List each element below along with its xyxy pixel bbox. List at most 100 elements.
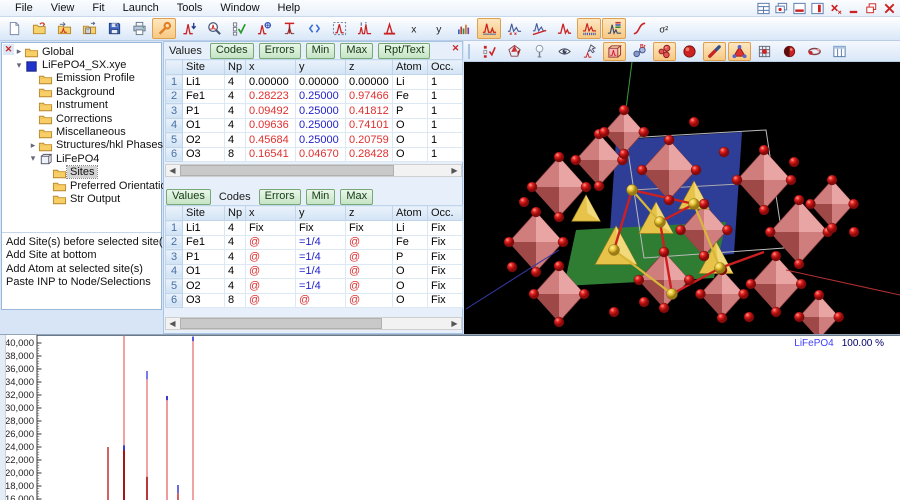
values-block-hscrollbar[interactable]: ◀▶	[165, 164, 462, 177]
cell-z[interactable]: @	[346, 279, 393, 294]
cell-z[interactable]: @	[346, 235, 393, 250]
action-add-site-s-before-selected-sit[interactable]: Add Site(s) before selected site(s)	[6, 236, 161, 249]
cell-y[interactable]: =1/4	[296, 250, 346, 265]
cell-x[interactable]: @	[246, 293, 296, 308]
cell-atom[interactable]: O	[393, 147, 428, 162]
cell-y[interactable]: 0.25000	[296, 118, 346, 133]
scroll-left-icon[interactable]: ◀	[166, 318, 179, 329]
tab-values-button[interactable]: Values	[166, 189, 211, 205]
scroll-right-icon[interactable]: ▶	[448, 318, 461, 329]
insert-peak-icon[interactable]	[177, 18, 201, 39]
pattern-background-icon[interactable]	[527, 18, 551, 39]
cell-atom[interactable]: Fe	[393, 89, 428, 104]
cell-atom[interactable]: O	[393, 118, 428, 133]
cell-atom[interactable]: Li	[393, 75, 428, 90]
cell-np[interactable]: 4	[225, 221, 246, 236]
scroll-thumb[interactable]	[180, 318, 382, 329]
atom-spheres-icon[interactable]	[653, 42, 676, 61]
menu-window[interactable]: Window	[211, 1, 268, 15]
grid-cell-icon[interactable]	[753, 42, 776, 61]
print-icon[interactable]	[127, 18, 151, 39]
cell-y[interactable]: @	[296, 293, 346, 308]
tab-errors-button[interactable]: Errors	[259, 189, 301, 205]
close-document-icon[interactable]	[827, 1, 843, 15]
import-doc-folder-icon[interactable]	[77, 18, 101, 39]
bond-labels-icon[interactable]: Br	[628, 42, 651, 61]
action-add-atom-at-selected-site-s-[interactable]: Add Atom at selected site(s)	[6, 263, 161, 276]
cell-y[interactable]: =1/4	[296, 279, 346, 294]
cell-site[interactable]: P1	[183, 250, 225, 265]
cell-num[interactable]: 2	[166, 89, 183, 104]
cell-num[interactable]: 5	[166, 279, 183, 294]
pattern-calc-icon[interactable]	[477, 18, 501, 39]
open-folder-icon[interactable]	[27, 18, 51, 39]
new-file-icon[interactable]	[2, 18, 26, 39]
peak-baseline-icon[interactable]	[377, 18, 401, 39]
window-tile-grid-icon[interactable]	[755, 1, 771, 15]
cell-atom[interactable]: Li	[393, 221, 428, 236]
save-icon[interactable]	[102, 18, 126, 39]
cell-atom[interactable]: O	[393, 279, 428, 294]
cell-occ[interactable]: 1	[428, 133, 463, 148]
cell-site[interactable]: Fe1	[183, 235, 225, 250]
scroll-thumb[interactable]	[180, 165, 394, 176]
split-horizontal-icon[interactable]	[791, 1, 807, 15]
tree-item-lifepo4-sx-xye[interactable]: ▾LiFePO4_SX.xye	[14, 58, 160, 71]
polyhedra-gem-icon[interactable]	[503, 42, 526, 61]
cell-z[interactable]: 0.20759	[346, 133, 393, 148]
cell-y[interactable]: =1/4	[296, 264, 346, 279]
menu-launch[interactable]: Launch	[114, 1, 168, 15]
scroll-left-icon[interactable]: ◀	[166, 165, 179, 176]
tree-item-lifepo4[interactable]: ▾LiFePO4	[14, 152, 160, 165]
cell-occ[interactable]: 1	[428, 104, 463, 119]
cell-x[interactable]: @	[246, 250, 296, 265]
cell-num[interactable]: 5	[166, 133, 183, 148]
cell-occ[interactable]: 1	[428, 89, 463, 104]
tree-item-emission-profile[interactable]: Emission Profile	[14, 72, 160, 85]
cell-site[interactable]: O1	[183, 118, 225, 133]
cell-site[interactable]: Fe1	[183, 89, 225, 104]
sigma-squared-icon[interactable]: σ²	[652, 18, 676, 39]
display-checklist-icon[interactable]	[478, 42, 501, 61]
tree-item-miscellaneous[interactable]: Miscellaneous	[14, 125, 160, 138]
polyhedra-triangle-icon[interactable]	[728, 42, 751, 61]
cell-x[interactable]: Fix	[246, 221, 296, 236]
large-sphere-icon[interactable]	[678, 42, 701, 61]
cell-z[interactable]: 0.28428	[346, 147, 393, 162]
tab-values-active[interactable]: Values	[166, 45, 205, 57]
add-peaks-icon[interactable]	[352, 18, 376, 39]
window-cascade-icon[interactable]	[773, 1, 789, 15]
expander-icon[interactable]: ▸	[28, 140, 38, 151]
tree-item-instrument[interactable]: Instrument	[14, 99, 160, 112]
menu-view[interactable]: View	[42, 1, 84, 15]
cell-atom[interactable]: O	[393, 133, 428, 148]
action-add-site-at-bottom[interactable]: Add Site at bottom	[6, 249, 161, 262]
tab-max-button[interactable]: Max	[340, 43, 373, 59]
cell-z[interactable]: Fix	[346, 221, 393, 236]
code-editor-icon[interactable]	[302, 18, 326, 39]
cell-atom[interactable]: P	[393, 250, 428, 265]
cell-atom[interactable]: O	[393, 264, 428, 279]
cell-np[interactable]: 4	[225, 264, 246, 279]
structure-table-icon[interactable]	[828, 42, 851, 61]
tab-codes-active[interactable]: Codes	[216, 191, 254, 203]
cell-x[interactable]: @	[246, 264, 296, 279]
cell-num[interactable]: 3	[166, 104, 183, 119]
cell-z[interactable]: 0.41812	[346, 104, 393, 119]
cell-z[interactable]: @	[346, 250, 393, 265]
cell-x[interactable]: 0.16541	[246, 147, 296, 162]
codes-block-hscrollbar[interactable]: ◀▶	[165, 317, 462, 330]
menu-fit[interactable]: Fit	[83, 1, 113, 15]
pattern-observed-icon[interactable]	[552, 18, 576, 39]
cell-occ[interactable]: 1	[428, 118, 463, 133]
cell-num[interactable]: 2	[166, 235, 183, 250]
cell-y[interactable]: 0.25000	[296, 133, 346, 148]
import-data-folder-icon[interactable]	[52, 18, 76, 39]
cell-z[interactable]: 0.00000	[346, 75, 393, 90]
tab-codes-button[interactable]: Codes	[210, 43, 254, 59]
half-sphere-icon[interactable]	[778, 42, 801, 61]
cell-occ[interactable]: Fix	[428, 221, 463, 236]
cell-occ[interactable]: Fix	[428, 293, 463, 308]
scan-window-icon[interactable]	[327, 18, 351, 39]
toolbar-grip[interactable]	[468, 44, 474, 59]
